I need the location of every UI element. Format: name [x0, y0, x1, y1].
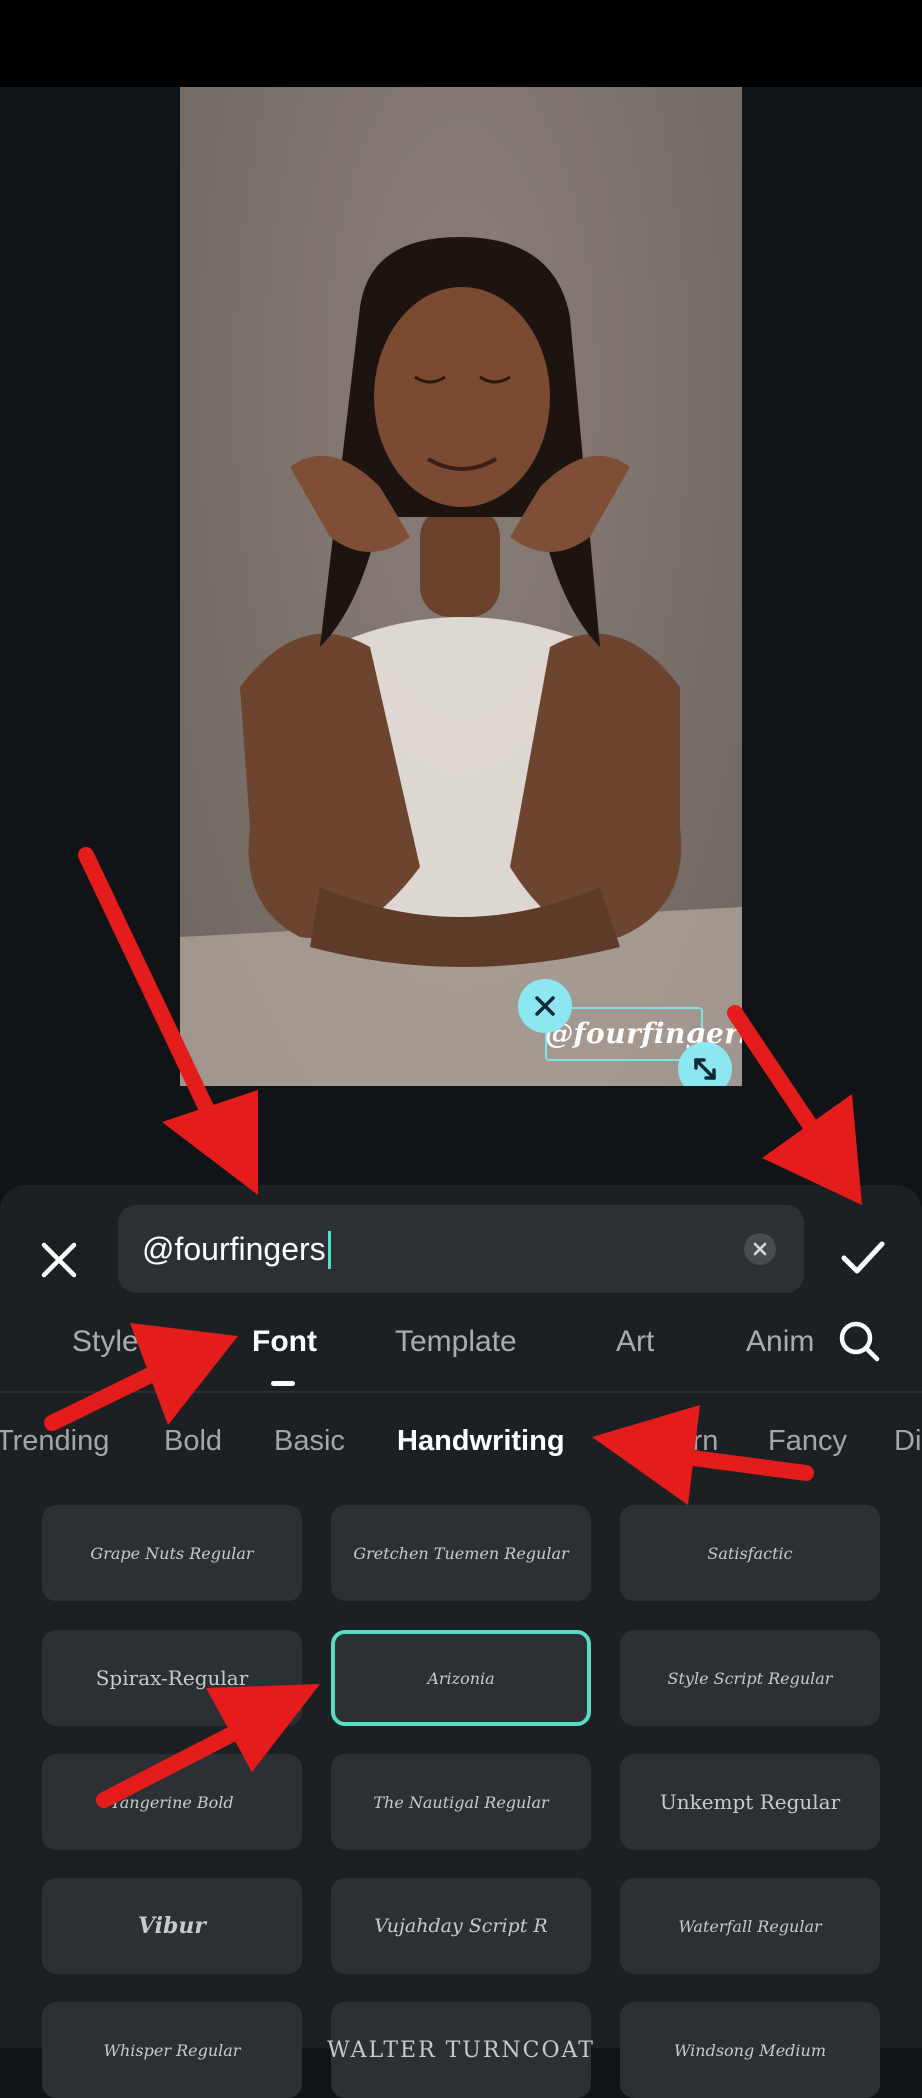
font-tile[interactable]: Windsong Medium [620, 2002, 880, 2098]
category-basic[interactable]: Basic [274, 1425, 345, 1458]
category-modern[interactable]: Modern [620, 1425, 718, 1458]
category-bold[interactable]: Bold [164, 1425, 222, 1458]
tab-style[interactable]: Style [72, 1325, 139, 1359]
clear-text-button[interactable] [744, 1233, 776, 1265]
resize-arrows-icon [694, 1058, 716, 1080]
status-bar [0, 0, 922, 87]
clear-x-icon [753, 1242, 767, 1256]
search-icon [839, 1321, 880, 1362]
font-tile[interactable]: Waterfall Regular [620, 1878, 880, 1974]
close-button[interactable] [30, 1231, 88, 1289]
font-tile[interactable]: Satisfactic [620, 1505, 880, 1601]
category-fancy[interactable]: Fancy [768, 1425, 847, 1458]
font-tile[interactable]: Spirax-Regular [42, 1630, 302, 1726]
category-trending[interactable]: Trending [0, 1425, 109, 1458]
tab-template[interactable]: Template [395, 1325, 517, 1359]
tab-anim[interactable]: Anim [746, 1325, 814, 1359]
close-icon [41, 1242, 77, 1278]
tab-font[interactable]: Font [252, 1325, 317, 1359]
font-tile[interactable]: Whisper Regular [42, 2002, 302, 2098]
search-button[interactable] [835, 1317, 883, 1365]
font-tile[interactable]: The Nautigal Regular [331, 1754, 591, 1850]
close-icon [535, 996, 555, 1016]
font-tile[interactable]: Gretchen Tuemen Regular [331, 1505, 591, 1601]
font-tile[interactable]: Vibur [42, 1878, 302, 1974]
font-tile[interactable]: Grape Nuts Regular [42, 1505, 302, 1601]
text-input-field[interactable]: @fourfingers [118, 1205, 804, 1293]
text-input-value-wrap: @fourfingers [142, 1230, 331, 1271]
active-tab-indicator [271, 1381, 295, 1386]
canvas-area: @fourfingers [0, 87, 922, 1243]
confirm-button[interactable] [832, 1227, 894, 1289]
category-handwriting[interactable]: Handwriting [397, 1425, 565, 1458]
tab-art[interactable]: Art [616, 1325, 654, 1359]
category-more[interactable]: Di [894, 1425, 921, 1458]
font-tile[interactable]: Vujahday Script R [331, 1878, 591, 1974]
checkmark-icon [841, 1241, 885, 1274]
font-tile[interactable]: Style Script Regular [620, 1630, 880, 1726]
tab-bar: Style Font Template Art Anim [0, 1297, 922, 1393]
font-tile[interactable]: WALTER TURNCOAT [327, 2002, 593, 2098]
font-tile[interactable]: Unkempt Regular [620, 1754, 880, 1850]
font-category-bar: Trending Bold Basic Handwriting Modern F… [0, 1415, 922, 1475]
text-input-value: @fourfingers [142, 1231, 326, 1267]
subject-photo [180, 237, 742, 1086]
text-caret [327, 1230, 331, 1269]
font-tile[interactable]: Tangerine Bold [42, 1754, 302, 1850]
font-tile-selected[interactable]: Arizonia [331, 1630, 591, 1726]
video-preview[interactable]: @fourfingers [180, 87, 742, 1086]
remove-text-handle[interactable] [518, 979, 572, 1033]
text-edit-panel: @fourfingers Style Font Template Art Ani… [0, 1185, 922, 2098]
